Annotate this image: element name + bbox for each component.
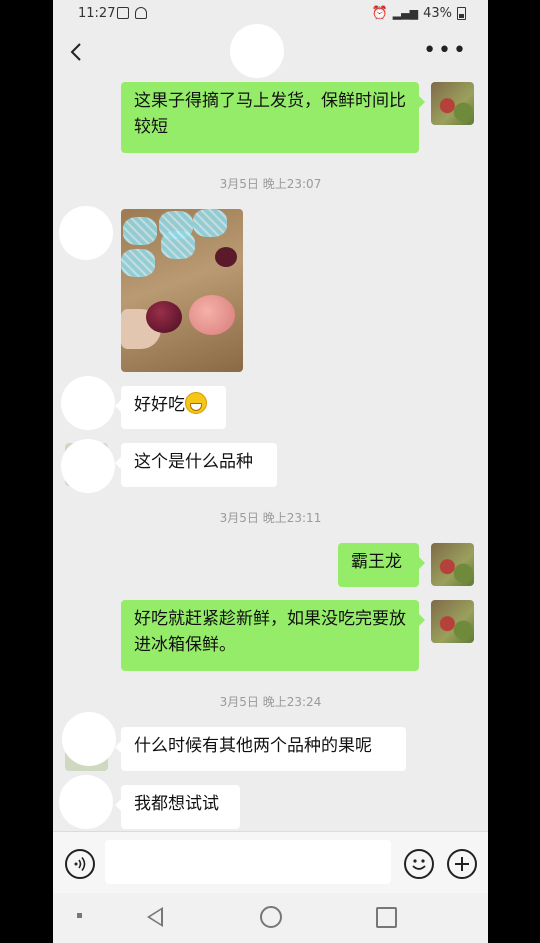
battery-percent: 43%: [423, 6, 452, 21]
system-nav-bar: [53, 893, 488, 943]
alarm-icon: ⏰: [371, 6, 388, 21]
contact-avatar[interactable]: [62, 712, 116, 766]
message-text: 好好吃: [134, 395, 185, 415]
message-notification-icon: [117, 7, 129, 19]
timestamp: 3月5日 晚上23:24: [219, 695, 322, 709]
battery-icon: [457, 7, 466, 20]
message-text: 什么时候有其他两个品种的果呢: [134, 736, 372, 756]
message-bubble-me[interactable]: 霸王龙: [338, 543, 425, 587]
message-image[interactable]: [121, 209, 243, 372]
message-text: 这个是什么品种: [134, 452, 253, 472]
input-bar: [53, 831, 488, 894]
contact-avatar[interactable]: [59, 775, 113, 829]
nav-recents-icon[interactable]: [376, 907, 397, 928]
signal-icon: ▂▄▆: [392, 7, 419, 20]
nav-indicator-icon: [77, 913, 82, 918]
chat-header: •••: [53, 24, 488, 78]
my-avatar[interactable]: [431, 600, 474, 643]
contact-title-avatar: [230, 24, 284, 78]
emoji-icon[interactable]: [404, 849, 434, 879]
my-avatar[interactable]: [431, 543, 474, 586]
status-time: 11:27: [78, 6, 116, 21]
message-input[interactable]: [105, 840, 391, 884]
message-bubble-me[interactable]: 好吃就赶紧趁新鲜，如果没吃完要放进冰箱保鲜。: [121, 600, 425, 671]
message-bubble-other[interactable]: 什么时候有其他两个品种的果呢: [115, 727, 406, 771]
plus-icon[interactable]: [447, 849, 477, 879]
more-dots-icon[interactable]: •••: [423, 38, 468, 63]
back-chevron-icon[interactable]: [65, 40, 89, 64]
message-bubble-other[interactable]: 这个是什么品种: [115, 443, 277, 487]
message-text: 这果子得摘了马上发货，保鲜时间比较短: [134, 91, 406, 137]
message-bubble-me[interactable]: 这果子得摘了马上发货，保鲜时间比较短: [121, 82, 425, 153]
message-text: 我都想试试: [134, 794, 219, 814]
contact-avatar[interactable]: [61, 376, 115, 430]
nav-back-icon[interactable]: [147, 907, 163, 927]
voice-icon[interactable]: [65, 849, 95, 879]
contact-avatar[interactable]: [59, 206, 113, 260]
contact-avatar[interactable]: [61, 439, 115, 493]
nav-home-icon[interactable]: [260, 906, 282, 928]
message-bubble-other[interactable]: 好好吃: [115, 386, 226, 429]
message-text: 好吃就赶紧趁新鲜，如果没吃完要放进冰箱保鲜。: [134, 609, 406, 655]
message-text: 霸王龙: [351, 552, 402, 572]
timestamp: 3月5日 晚上23:07: [219, 177, 322, 191]
alarm-notification-icon: [135, 7, 147, 19]
timestamp: 3月5日 晚上23:11: [219, 511, 322, 525]
status-bar: 11:27 ⏰ ▂▄▆ 43%: [53, 0, 488, 28]
chat-screen: 11:27 ⏰ ▂▄▆ 43% ••• 这果子得摘了马上发货，保鲜时间比较短 3…: [53, 0, 488, 943]
grinning-emoji-icon: [185, 392, 207, 414]
my-avatar[interactable]: [431, 82, 474, 125]
message-bubble-other[interactable]: 我都想试试: [115, 785, 240, 829]
